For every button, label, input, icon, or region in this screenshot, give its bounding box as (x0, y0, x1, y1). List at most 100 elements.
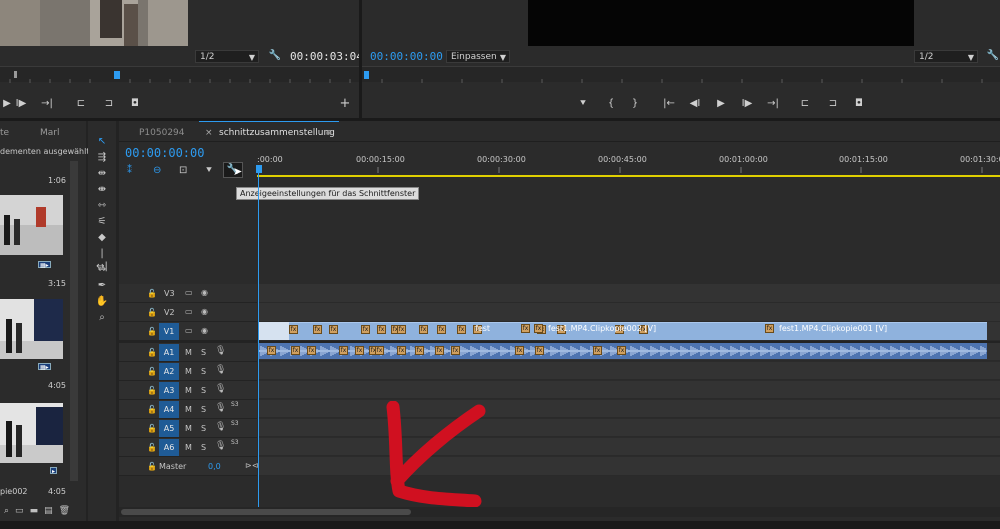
sync-lock-icon[interactable]: ▭ (185, 288, 193, 297)
timeline-scrollbar[interactable] (119, 507, 1000, 517)
fx-badge-icon[interactable]: fx (521, 324, 530, 333)
fx-badge-icon[interactable]: fx (534, 324, 543, 333)
markers-tab[interactable]: Marl (40, 128, 59, 138)
fx-badge-icon[interactable]: fx (437, 325, 446, 334)
overwrite-icon[interactable]: ⊐ (102, 98, 116, 110)
marker-icon[interactable]: ⯆ (576, 98, 590, 110)
fx-badge-icon[interactable]: fx (593, 346, 602, 355)
program-resolution-select[interactable]: 1/2 ▼ (914, 50, 978, 63)
lock-icon[interactable]: 🔓 (147, 367, 157, 376)
project-scrollbar[interactable] (70, 161, 78, 481)
lane-v2[interactable] (259, 303, 1000, 322)
fx-badge-icon[interactable]: fx (397, 325, 406, 334)
mark-in-icon[interactable]: { (604, 98, 618, 110)
trash-icon[interactable]: 🗑 (59, 506, 76, 516)
program-time-ruler[interactable] (362, 66, 1000, 83)
fx-badge-icon[interactable]: fx (339, 346, 348, 355)
timeline-ruler[interactable]: :00:00 00:00:15:00 00:00:30:00 00:00:45:… (257, 151, 1000, 177)
add-marker-icon[interactable]: ⊡ (179, 165, 187, 176)
extract-icon[interactable]: ⊐ (826, 98, 840, 110)
fx-badge-icon[interactable]: fx (419, 325, 428, 334)
wrench-icon[interactable]: 🔧 (268, 50, 282, 62)
project-tab[interactable]: te (0, 128, 9, 138)
fx-badge-icon[interactable]: fx (291, 346, 300, 355)
lane-a2[interactable] (259, 362, 1000, 380)
fx-badge-icon[interactable]: fx (313, 325, 322, 334)
track-target-a4[interactable]: A4 (159, 401, 179, 418)
lane-a6[interactable] (259, 438, 1000, 456)
fx-badge-icon[interactable]: fx (361, 325, 370, 334)
close-icon[interactable]: × (205, 128, 213, 138)
source-time-ruler[interactable] (0, 66, 359, 83)
zoom-tool-icon[interactable]: ⌕ (95, 311, 109, 324)
search-icon[interactable]: ⌕ (4, 506, 15, 516)
solo-button[interactable]: S (201, 405, 206, 414)
fx-badge-icon[interactable]: fx (435, 346, 444, 355)
lock-icon[interactable]: 🔓 (147, 289, 157, 298)
camera-icon[interactable]: ◘ (852, 98, 866, 110)
lock-icon[interactable]: 🔓 (147, 327, 157, 336)
new-bin-icon[interactable]: ▬ (30, 506, 45, 516)
folder-icon[interactable]: ▭ (15, 506, 30, 516)
mute-button[interactable]: M (185, 367, 192, 376)
microphone-icon[interactable]: 🎙 (215, 422, 226, 432)
timeline-playhead-timecode[interactable]: 00:00:00:00 (125, 146, 204, 160)
hand-tool-icon[interactable]: ✋ (95, 295, 109, 308)
fx-badge-icon[interactable]: fx (307, 346, 316, 355)
clip-thumbnail[interactable] (0, 299, 63, 359)
solo-button[interactable]: S (201, 424, 206, 433)
mute-button[interactable]: M (185, 405, 192, 414)
step-forward-icon[interactable]: I▶ (14, 98, 28, 110)
lock-icon[interactable]: 🔓 (147, 348, 157, 357)
lock-icon[interactable]: 🔓 (147, 424, 157, 433)
lock-icon[interactable]: 🔓 (147, 308, 157, 317)
slide-tool-icon[interactable]: ⇔ (95, 263, 109, 276)
track-select-tool-icon[interactable]: ⇶ (95, 151, 109, 164)
lane-v3[interactable] (259, 284, 1000, 303)
solo-button[interactable]: S (201, 367, 206, 376)
playhead-handle[interactable] (256, 165, 262, 173)
snap-icon[interactable]: ⁑ (127, 165, 132, 176)
fx-badge-icon[interactable]: fx (515, 346, 524, 355)
fx-badge-icon[interactable]: fx (355, 346, 364, 355)
fx-badge-icon[interactable]: fx (375, 346, 384, 355)
tab-schnittzusammenstellung[interactable]: × schnittzusammenstellung ≡ (199, 121, 339, 141)
insert-icon[interactable]: ⊏ (74, 98, 88, 110)
solo-button[interactable]: S (201, 386, 206, 395)
mute-button[interactable]: M (185, 424, 192, 433)
eye-icon[interactable]: ◉ (201, 326, 208, 335)
fx-badge-icon[interactable]: fx (289, 325, 298, 334)
linked-selection-icon[interactable]: ⊖ (153, 165, 161, 176)
clip-thumbnail[interactable] (0, 195, 63, 255)
step-back-icon[interactable]: ▶ (0, 98, 14, 110)
program-timecode[interactable]: 00:00:00:00 (370, 50, 443, 63)
lock-icon[interactable]: 🔓 (147, 443, 157, 452)
track-target-a2[interactable]: A2 (159, 363, 179, 380)
fit-select[interactable]: Einpassen ▼ (446, 50, 510, 63)
eye-icon[interactable]: ◉ (201, 307, 208, 316)
master-expand-icon[interactable]: ⊳⊲ (245, 461, 258, 470)
mute-button[interactable]: M (185, 348, 192, 357)
fx-badge-icon[interactable]: fx (267, 346, 276, 355)
camera-icon[interactable]: ◘ (128, 98, 142, 110)
selection-tool-icon[interactable]: ↖ (95, 135, 109, 148)
track-target-a1[interactable]: A1 (159, 344, 179, 361)
new-item-icon[interactable]: ▤ (44, 506, 59, 516)
rate-stretch-tool-icon[interactable]: ⇿ (95, 199, 109, 212)
step-back-icon[interactable]: ◀I (688, 98, 702, 110)
track-target-a5[interactable]: A5 (159, 420, 179, 437)
sync-lock-icon[interactable]: ▭ (185, 307, 193, 316)
fx-badge-icon[interactable]: fx (329, 325, 338, 334)
razor-blade-icon[interactable]: ◆ (95, 231, 109, 244)
lock-icon[interactable]: 🔓 (147, 462, 157, 471)
go-to-out-icon[interactable]: →| (40, 98, 54, 110)
fx-badge-icon[interactable]: fx (765, 324, 774, 333)
microphone-icon[interactable]: 🎙 (215, 403, 226, 413)
go-to-in-icon[interactable]: |← (662, 98, 676, 110)
scrollbar-thumb[interactable] (121, 509, 411, 515)
source-resolution-select[interactable]: 1/2 ▼ (195, 50, 259, 63)
sync-lock-icon[interactable]: ▭ (185, 326, 193, 335)
microphone-icon[interactable]: 🎙 (215, 365, 226, 375)
pen-tool-icon[interactable]: ✒ (95, 279, 109, 292)
play-icon[interactable]: ▶ (714, 98, 728, 110)
